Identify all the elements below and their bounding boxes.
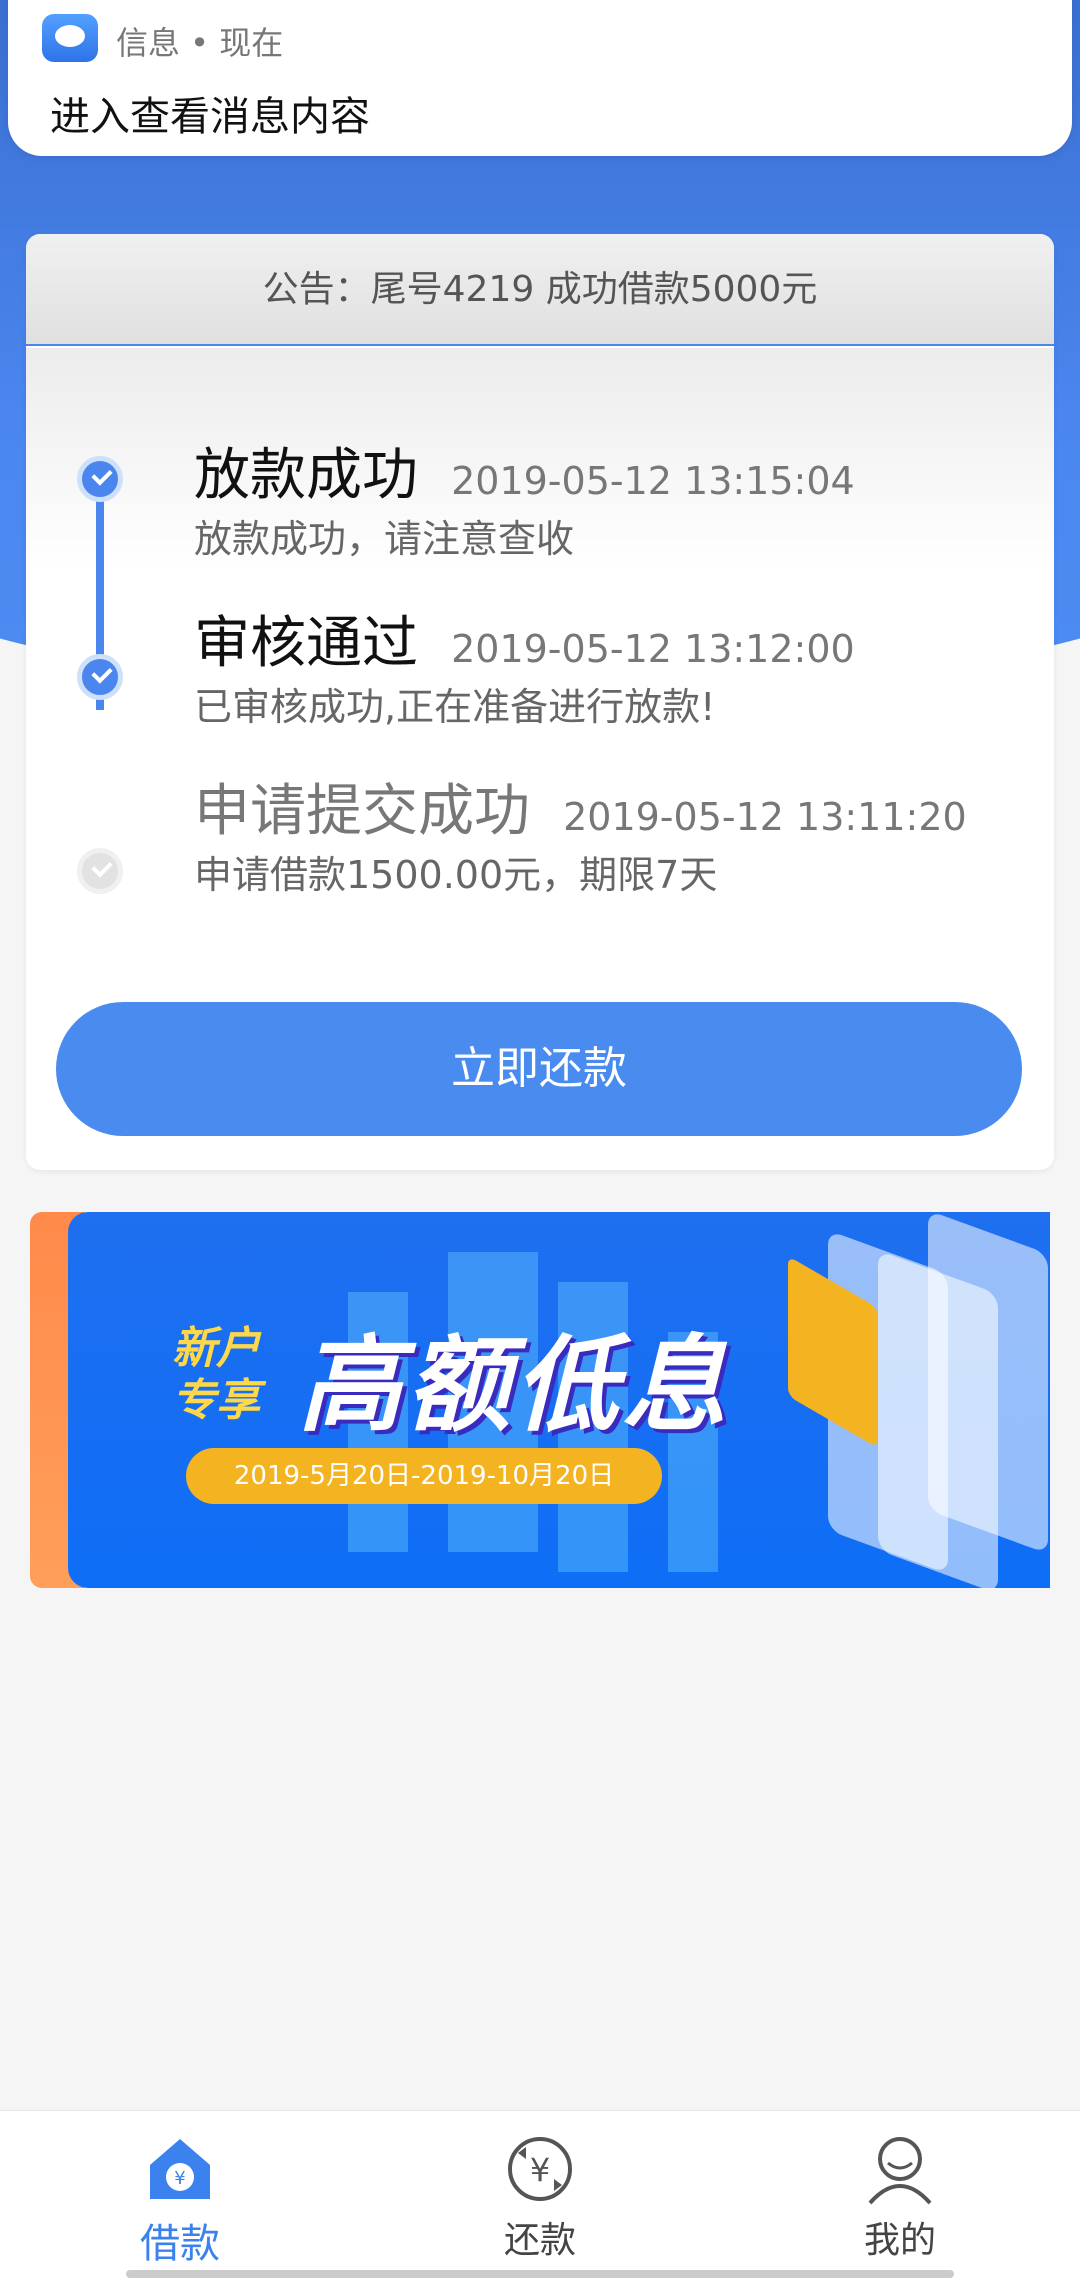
check-icon xyxy=(77,654,123,700)
timeline-step: 放款成功 2019-05-12 13:15:04 xyxy=(194,430,855,511)
check-icon xyxy=(77,848,123,894)
nav-item-borrow[interactable]: ¥ 借款 xyxy=(0,2111,360,2280)
messages-app-icon xyxy=(42,14,98,62)
notification-message: 进入查看消息内容 xyxy=(50,94,370,140)
announcement-bar: 公告：尾号4219 成功借款5000元 xyxy=(26,234,1054,346)
nav-label: 借款 xyxy=(140,2221,220,2267)
nav-label: 还款 xyxy=(503,2220,576,2261)
timeline-step: 申请提交成功 2019-05-12 13:11:20 xyxy=(194,766,967,847)
step-description: 申请借款1500.00元，期限7天 xyxy=(194,853,718,897)
repay-yen-icon: ¥ xyxy=(508,2137,572,2201)
step-title: 放款成功 xyxy=(194,443,418,508)
user-icon xyxy=(868,2137,932,2205)
step-title: 申请提交成功 xyxy=(194,779,530,844)
home-yen-icon: ¥ xyxy=(150,2139,210,2199)
nav-label: 我的 xyxy=(863,2220,936,2261)
bottom-navigation: ¥ 借款 ¥ 还款 我的 xyxy=(0,2110,1080,2280)
banner-decoration xyxy=(928,1212,1048,1554)
banner-date-range: 2019-5月20日-2019-10月20日 xyxy=(186,1448,662,1504)
check-icon xyxy=(77,456,123,502)
step-time: 2019-05-12 13:11:20 xyxy=(563,795,967,839)
step-time: 2019-05-12 13:12:00 xyxy=(451,627,855,671)
notification-app-name: 信息 • 现在 xyxy=(116,24,284,62)
step-description: 已审核成功,正在准备进行放款! xyxy=(194,685,716,729)
nav-item-repay[interactable]: ¥ 还款 xyxy=(360,2111,720,2280)
step-time: 2019-05-12 13:15:04 xyxy=(451,459,855,503)
banner-headline: 高额低息 xyxy=(298,1324,731,1446)
svg-text:¥: ¥ xyxy=(530,2151,550,2189)
timeline-step: 审核通过 2019-05-12 13:12:00 xyxy=(194,598,855,679)
home-indicator[interactable] xyxy=(126,2270,954,2278)
step-title: 审核通过 xyxy=(194,611,418,676)
repay-now-button[interactable]: 立即还款 xyxy=(56,1002,1022,1136)
banner-tag-line2: 专享 xyxy=(172,1375,260,1426)
page: 信息 • 现在 进入查看消息内容 公告：尾号4219 成功借款5000元 放款成… xyxy=(0,0,1080,2280)
loan-status-card: 公告：尾号4219 成功借款5000元 放款成功 2019-05-12 13:1… xyxy=(26,234,1054,1170)
nav-item-mine[interactable]: 我的 xyxy=(720,2111,1080,2280)
step-description: 放款成功，请注意查收 xyxy=(194,517,575,561)
notification-banner[interactable]: 信息 • 现在 进入查看消息内容 xyxy=(8,0,1072,156)
svg-text:¥: ¥ xyxy=(174,2168,185,2189)
promo-banner[interactable]: 新户 专享 高额低息 2019-5月20日-2019-10月20日 xyxy=(68,1212,1050,1588)
